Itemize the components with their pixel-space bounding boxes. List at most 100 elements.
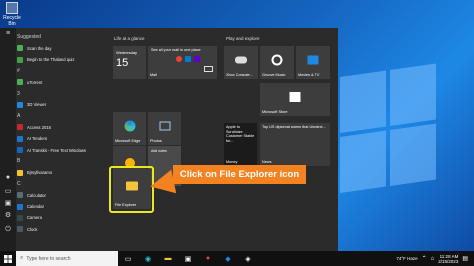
- menu-icon[interactable]: ≡: [4, 30, 12, 38]
- app-list-label: 3D Viewer: [27, 102, 47, 108]
- task-view-icon[interactable]: ▭: [121, 254, 135, 264]
- app-list-label: #: [17, 67, 20, 74]
- app-list-label: uTorrent: [27, 79, 43, 85]
- groove-tile[interactable]: Groove Music: [260, 46, 294, 79]
- gmail-icon: [176, 56, 182, 62]
- xbox-tile[interactable]: Xbox Console...: [224, 46, 258, 79]
- app-list-item[interactable]: AI Tenders: [17, 134, 102, 144]
- app-list-label: Camera: [27, 215, 42, 221]
- app-list-label: AI Tenders: [27, 136, 47, 142]
- app-list-item[interactable]: AI Transkit - Free Text Windows: [17, 145, 102, 155]
- notifications-icon[interactable]: ▤: [462, 255, 468, 262]
- news-tile-label: Money: [226, 160, 238, 164]
- calculator-icon: [17, 192, 23, 199]
- edge-tile[interactable]: Microsoft Edge: [113, 112, 146, 145]
- app-list-item[interactable]: Clock: [17, 224, 102, 234]
- app-list-section: C: [17, 179, 102, 189]
- weather-tray-text[interactable]: 74°F Haze: [396, 256, 417, 261]
- file-explorer-highlight: [109, 166, 154, 213]
- app2-taskbar-icon[interactable]: ◈: [241, 254, 255, 264]
- calendar-day: Wednesday: [116, 50, 138, 55]
- mail-tile[interactable]: See all your mail in one place Mail: [148, 46, 217, 79]
- app-list-item[interactable]: 3D Viewer: [17, 100, 102, 110]
- windows-logo-icon: [4, 254, 12, 263]
- user-avatar-icon[interactable]: ●: [4, 174, 12, 182]
- windows-start-button[interactable]: [0, 251, 16, 266]
- movies-tile[interactable]: Movies & TV: [296, 46, 330, 79]
- store-tile[interactable]: Microsoft Store: [260, 83, 330, 116]
- app-list-item[interactable]: Calendar: [17, 202, 102, 212]
- news2-tile[interactable]: Top US diplomat warns that Ukraine... Ne…: [260, 123, 330, 166]
- group-title-play: Play and explore: [226, 36, 260, 41]
- clock-date: 2/15/2023: [438, 258, 459, 264]
- movies-icon: [307, 55, 319, 65]
- recycle-bin-icon[interactable]: Recycle Bin: [3, 2, 21, 27]
- 3d-viewer-icon: [17, 101, 23, 108]
- chrome-taskbar-icon[interactable]: ●: [201, 254, 215, 264]
- calendar-icon: [17, 203, 23, 210]
- app-list-label: C: [17, 180, 21, 187]
- clock-icon: [17, 226, 23, 233]
- app-list-item[interactable]: Scan the day: [17, 43, 102, 53]
- movies-label: Movies & TV: [298, 73, 320, 77]
- search-icon: ⌕: [20, 255, 24, 261]
- group-title-life: Life at a glance: [114, 36, 145, 41]
- taskbar-search-input[interactable]: ⌕ Type here to search: [16, 251, 118, 266]
- app-list-item[interactable]: Bjrsyllvaramo: [17, 168, 102, 178]
- tray-overflow-icon[interactable]: ⌃: [422, 255, 427, 262]
- edge-label: Microsoft Edge: [115, 139, 141, 143]
- app-list-label: AI Transkit - Free Text Windows: [27, 147, 87, 153]
- suggested-app-icon: [17, 56, 23, 63]
- app-list-label: Calendar: [27, 204, 44, 209]
- mail-label: Mail: [150, 73, 157, 77]
- store-taskbar-icon[interactable]: ▣: [181, 254, 195, 264]
- power-icon[interactable]: ⏻: [4, 226, 12, 234]
- network-icon[interactable]: ⌂: [431, 256, 435, 262]
- callout-banner: Click on File Explorer icon: [173, 165, 306, 184]
- mail-tile-text: See all your mail in one place: [151, 48, 201, 52]
- suggested-app-icon: [17, 45, 23, 52]
- access-icon: [17, 124, 23, 131]
- yahoo-icon: [194, 56, 200, 62]
- ai-transkit-icon: [17, 147, 23, 153]
- app-list-item[interactable]: Camera: [17, 213, 102, 223]
- app-list-label: Bjrsyllvaramo: [27, 170, 53, 176]
- edge-taskbar-icon[interactable]: ◉: [141, 254, 155, 264]
- calendar-date: 15: [116, 57, 129, 69]
- app-list-item[interactable]: uTorrent: [17, 77, 102, 87]
- app-list-item[interactable]: Begin to the Thaland quiz: [17, 55, 102, 65]
- app-list-section: Suggested: [17, 32, 102, 42]
- app-list-label: Scan the day: [27, 45, 52, 51]
- start-menu: ≡ ● ▭ ▣ ⚙ ⏻ Suggested Scan the day Begin t…: [0, 28, 338, 251]
- app-list-label: Suggested: [17, 34, 41, 40]
- app-list-item[interactable]: Calculator: [17, 190, 102, 200]
- news-tile[interactable]: Apple to Scrutinize Customer Stable for.…: [224, 123, 257, 166]
- app-list-item[interactable]: Access 2016: [17, 122, 102, 132]
- xbox-label: Xbox Console...: [226, 73, 253, 77]
- app-taskbar-icon[interactable]: ◆: [221, 254, 235, 264]
- documents-icon[interactable]: ▭: [4, 188, 12, 196]
- app-list-section: B: [17, 156, 102, 166]
- photos-tile[interactable]: Photos: [148, 112, 181, 145]
- app-list-section: 3: [17, 89, 102, 99]
- mail-provider-icons: [176, 56, 200, 62]
- camera-icon: [17, 214, 23, 221]
- calendar-tile[interactable]: Wednesday 15: [113, 46, 146, 79]
- system-tray: 74°F Haze ⌃ ⌂ 11:28 AM 2/15/2023 ▤: [396, 251, 468, 266]
- app-list: Suggested Scan the day Begin to the Thalan…: [17, 28, 102, 251]
- edge-icon: [124, 120, 135, 132]
- news-tile-text: Apple to Scrutinize Customer Stable for.…: [226, 125, 255, 143]
- callout-arrow: [147, 169, 177, 199]
- pictures-icon[interactable]: ▣: [4, 200, 12, 208]
- app-list-section: #: [17, 66, 102, 76]
- photos-label: Photos: [150, 139, 162, 143]
- envelope-icon: [204, 66, 213, 72]
- start-rail: ≡ ● ▭ ▣ ⚙ ⏻: [0, 28, 16, 251]
- file-explorer-taskbar-icon[interactable]: ▬: [161, 254, 175, 264]
- clock[interactable]: 11:28 AM 2/15/2023: [438, 254, 458, 264]
- app-list-label: A: [17, 113, 21, 120]
- settings-icon[interactable]: ⚙: [4, 212, 12, 220]
- app-list-section: A: [17, 111, 102, 121]
- ai-tenders-icon: [17, 135, 23, 142]
- app-list-label: 3: [17, 90, 20, 97]
